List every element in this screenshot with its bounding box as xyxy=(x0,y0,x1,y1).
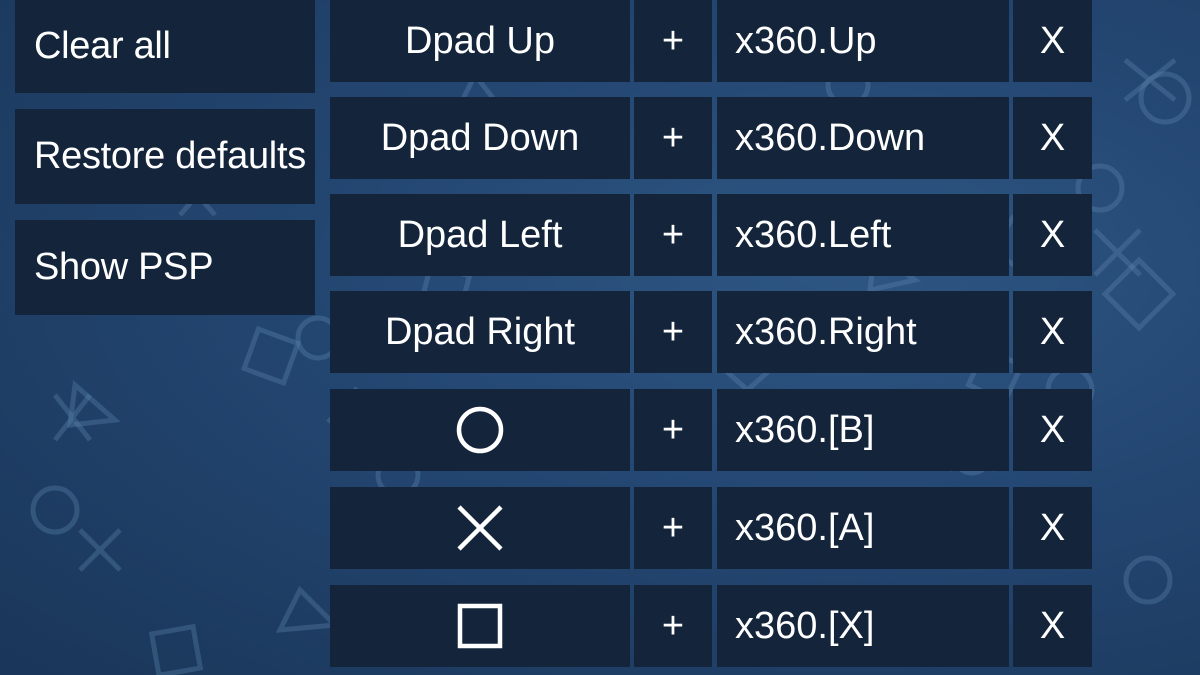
delete-label: X xyxy=(1039,116,1066,159)
key-cell[interactable] xyxy=(330,389,630,471)
delete-mapping-button[interactable]: X xyxy=(1013,0,1092,82)
square-icon xyxy=(457,603,503,649)
plus-label: + xyxy=(661,310,685,353)
mapping-cell[interactable]: x360.Right xyxy=(717,291,1009,373)
binding-row-cross: + x360.[A] X xyxy=(330,487,1092,569)
mapping-label: x360.[X] xyxy=(735,604,875,647)
mapping-cell[interactable]: x360.Left xyxy=(717,194,1009,276)
add-mapping-button[interactable]: + xyxy=(634,487,712,569)
delete-mapping-button[interactable]: X xyxy=(1013,585,1092,667)
key-cell[interactable]: Dpad Right xyxy=(330,291,630,373)
clear-all-label: Clear all xyxy=(34,25,171,67)
delete-label: X xyxy=(1039,19,1066,62)
plus-label: + xyxy=(661,116,685,159)
plus-label: + xyxy=(661,19,685,62)
add-mapping-button[interactable]: + xyxy=(634,0,712,82)
mapping-label: x360.[A] xyxy=(735,506,875,549)
delete-mapping-button[interactable]: X xyxy=(1013,291,1092,373)
plus-label: + xyxy=(661,213,685,256)
key-label: Dpad Left xyxy=(397,213,563,256)
mapping-cell[interactable]: x360.Up xyxy=(717,0,1009,82)
mapping-label: x360.Down xyxy=(735,116,926,159)
key-cell[interactable]: Dpad Up xyxy=(330,0,630,82)
key-cell[interactable] xyxy=(330,585,630,667)
delete-label: X xyxy=(1039,604,1066,647)
binding-row-dpad-up: Dpad Up + x360.Up X xyxy=(330,0,1092,82)
delete-mapping-button[interactable]: X xyxy=(1013,389,1092,471)
restore-defaults-label: Restore defaults xyxy=(34,135,306,177)
mapping-cell[interactable]: x360.[A] xyxy=(717,487,1009,569)
key-label: Dpad Right xyxy=(384,310,576,353)
delete-mapping-button[interactable]: X xyxy=(1013,487,1092,569)
delete-label: X xyxy=(1039,506,1066,549)
mapping-cell[interactable]: x360.[B] xyxy=(717,389,1009,471)
mapping-label: x360.Right xyxy=(735,310,917,353)
key-cell[interactable]: Dpad Down xyxy=(330,97,630,179)
binding-row-dpad-down: Dpad Down + x360.Down X xyxy=(330,97,1092,179)
mapping-cell[interactable]: x360.Down xyxy=(717,97,1009,179)
plus-label: + xyxy=(661,408,685,451)
key-label: Dpad Up xyxy=(405,19,555,62)
add-mapping-button[interactable]: + xyxy=(634,389,712,471)
delete-label: X xyxy=(1039,408,1066,451)
mapping-label: x360.Up xyxy=(735,19,877,62)
cross-icon xyxy=(455,503,505,553)
binding-row-square: + x360.[X] X xyxy=(330,585,1092,667)
binding-row-dpad-right: Dpad Right + x360.Right X xyxy=(330,291,1092,373)
binding-row-circle: + x360.[B] X xyxy=(330,389,1092,471)
mapping-label: x360.Left xyxy=(735,213,892,256)
delete-label: X xyxy=(1039,310,1066,353)
add-mapping-button[interactable]: + xyxy=(634,291,712,373)
add-mapping-button[interactable]: + xyxy=(634,194,712,276)
plus-label: + xyxy=(661,604,685,647)
mapping-label: x360.[B] xyxy=(735,408,875,451)
plus-label: + xyxy=(661,506,685,549)
add-mapping-button[interactable]: + xyxy=(634,585,712,667)
binding-row-dpad-left: Dpad Left + x360.Left X xyxy=(330,194,1092,276)
key-cell[interactable]: Dpad Left xyxy=(330,194,630,276)
circle-icon xyxy=(455,405,505,455)
show-psp-button[interactable]: Show PSP xyxy=(15,220,315,315)
add-mapping-button[interactable]: + xyxy=(634,97,712,179)
key-cell[interactable] xyxy=(330,487,630,569)
key-label: Dpad Down xyxy=(380,116,580,159)
show-psp-label: Show PSP xyxy=(34,246,214,288)
restore-defaults-button[interactable]: Restore defaults xyxy=(15,109,315,204)
mapping-cell[interactable]: x360.[X] xyxy=(717,585,1009,667)
delete-mapping-button[interactable]: X xyxy=(1013,194,1092,276)
clear-all-button[interactable]: Clear all xyxy=(15,0,315,93)
delete-mapping-button[interactable]: X xyxy=(1013,97,1092,179)
delete-label: X xyxy=(1039,213,1066,256)
